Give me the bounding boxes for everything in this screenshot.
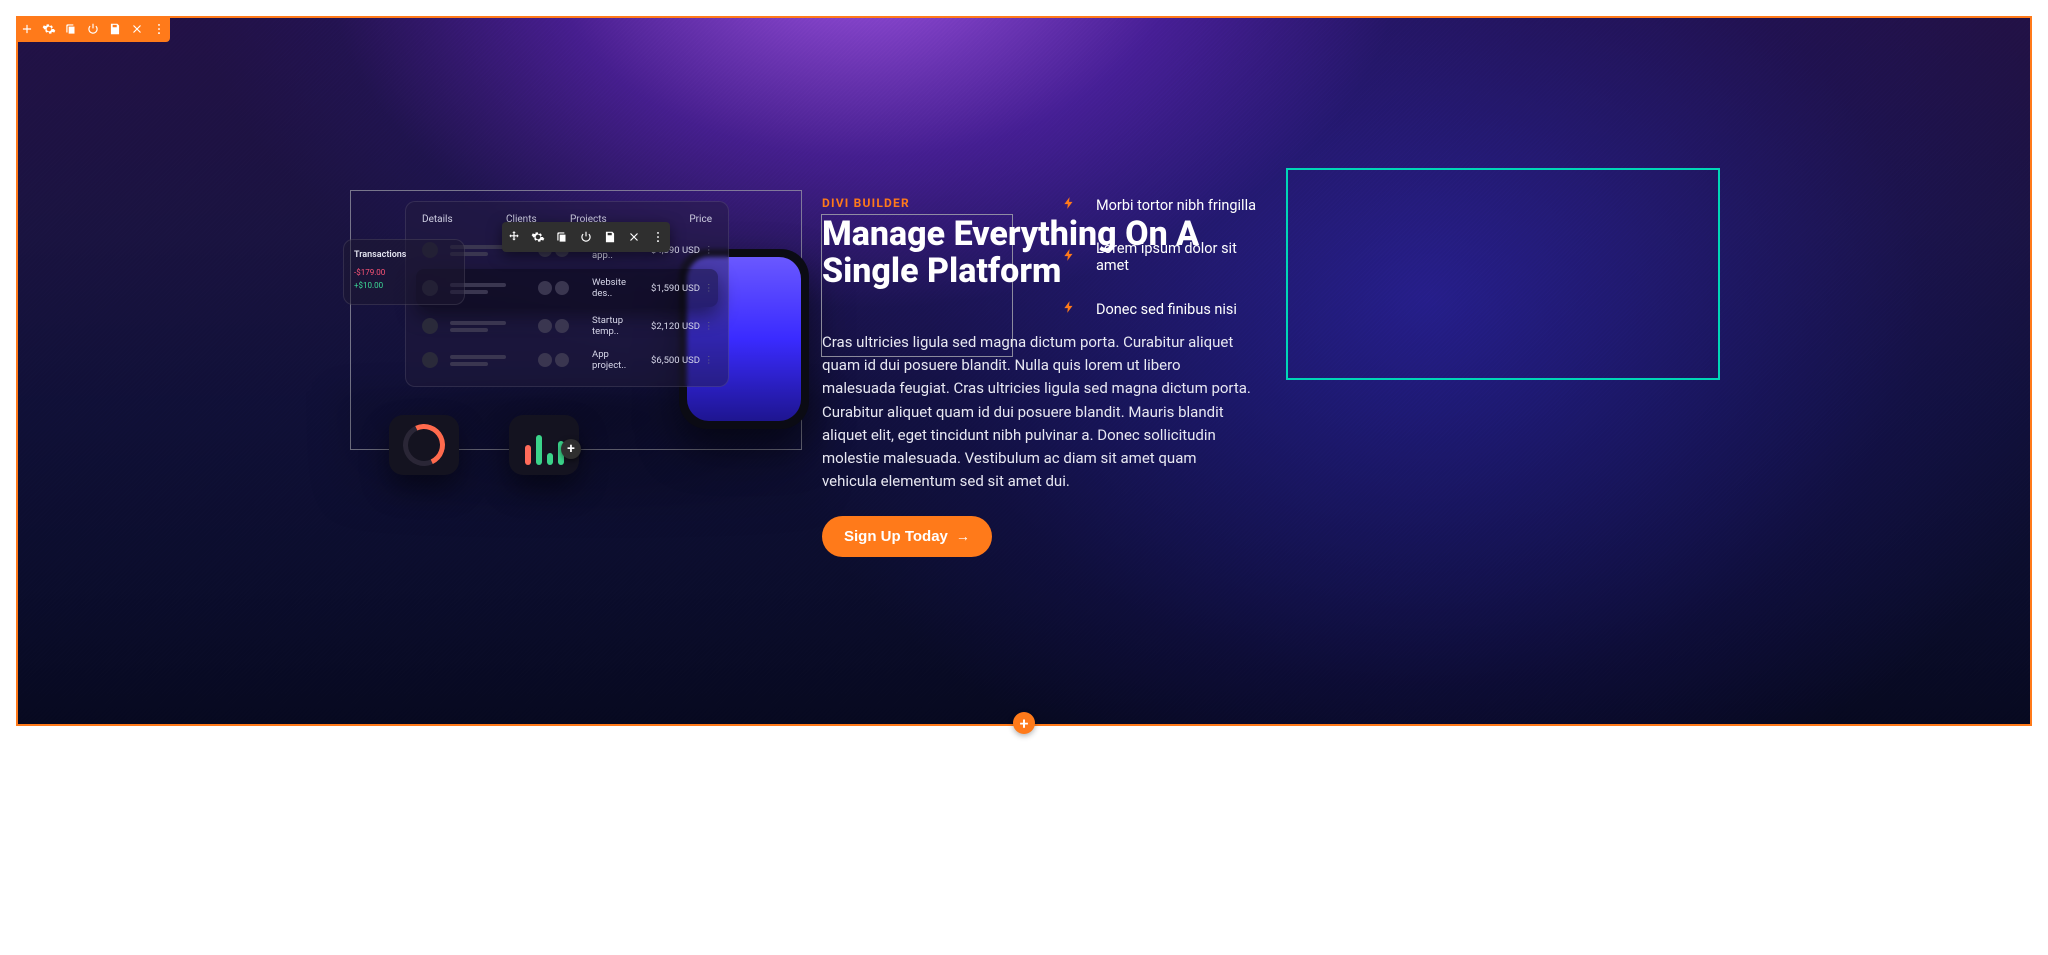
section-toolbar [16,16,170,42]
feature-item: Lorem ipsum dolor sit amet [1062,240,1262,274]
module-delete-button[interactable] [622,222,646,252]
row-name: Startup temp.. [592,315,632,337]
more-vertical-icon [152,22,166,36]
section-add-button[interactable] [16,16,38,42]
plus-icon: + [567,441,575,457]
module-duplicate-button[interactable] [550,222,574,252]
row-price: $2,120 USD [636,321,700,332]
module-move-button[interactable] [502,222,526,252]
gear-icon [42,22,56,36]
row-price: $1,590 USD [636,283,700,294]
close-icon [130,22,144,36]
save-icon [108,22,122,36]
module-more-button[interactable] [646,222,670,252]
transaction-amount: +$10.00 [354,281,383,290]
section-delete-button[interactable] [126,16,148,42]
section-duplicate-button[interactable] [60,16,82,42]
move-icon [507,230,521,244]
module-power-button[interactable] [574,222,598,252]
module-save-button[interactable] [598,222,622,252]
duplicate-icon [64,22,78,36]
section-settings-button[interactable] [38,16,60,42]
row-menu-icon: ⋮ [704,245,708,256]
avatar [422,318,438,334]
page-viewport: DIVI BUILDER Manage Everything On A Sing… [0,0,2048,955]
glass-row: Startup temp.. $2,120 USD ⋮ [422,309,712,343]
save-icon [603,230,617,244]
feature-list: Morbi tortor nibh fringilla Lorem ipsum … [1062,194,1262,344]
transactions-card: Transactions -$179.00 +$10.00 [343,239,465,305]
more-vertical-icon [651,230,665,244]
feature-text: Donec sed finibus nisi [1096,301,1237,318]
close-icon [627,230,641,244]
ring-chart-widget [389,415,459,475]
bolt-icon [1062,246,1076,268]
transactions-title: Transactions [354,250,454,260]
builder-section[interactable]: DIVI BUILDER Manage Everything On A Sing… [16,16,2032,726]
row-menu-icon: ⋮ [704,321,708,332]
glass-row: App project.. $6,500 USD ⋮ [422,343,712,377]
bolt-icon [1062,194,1076,216]
section-more-button[interactable] [148,16,170,42]
row-name: Website des.. [592,277,632,299]
transaction-amount: -$179.00 [354,268,385,277]
duplicate-icon [555,230,569,244]
module-add-button[interactable]: + [561,439,581,459]
transaction-row: +$10.00 [354,281,454,290]
power-icon [579,230,593,244]
arrow-right-icon: → [956,528,970,544]
cta-label: Sign Up Today [844,528,948,545]
body-text: Cras ultricies ligula sed magna dictum p… [822,331,1252,494]
feature-text: Lorem ipsum dolor sit amet [1096,240,1262,274]
section-save-button[interactable] [104,16,126,42]
module-settings-button[interactable] [526,222,550,252]
feature-item: Donec sed finibus nisi [1062,298,1262,320]
bolt-icon [1062,298,1076,320]
transaction-row: -$179.00 [354,268,454,277]
gear-icon [531,230,545,244]
feature-text: Morbi tortor nibh fringilla [1096,197,1256,214]
row-name: App project.. [592,349,632,371]
row-price: $6,500 USD [636,355,700,366]
row-outline [1286,168,1720,380]
cta-button[interactable]: Sign Up Today → [822,516,992,557]
feature-item: Morbi tortor nibh fringilla [1062,194,1262,216]
section-add-bottom-button[interactable]: + [1013,712,1035,734]
plus-icon [20,22,34,36]
row-menu-icon: ⋮ [704,283,708,294]
power-icon [86,22,100,36]
tab-details: Details [422,214,506,225]
avatar [422,352,438,368]
section-power-button[interactable] [82,16,104,42]
module-toolbar [502,222,670,252]
row-menu-icon: ⋮ [704,355,708,366]
plus-icon: + [1020,714,1029,733]
